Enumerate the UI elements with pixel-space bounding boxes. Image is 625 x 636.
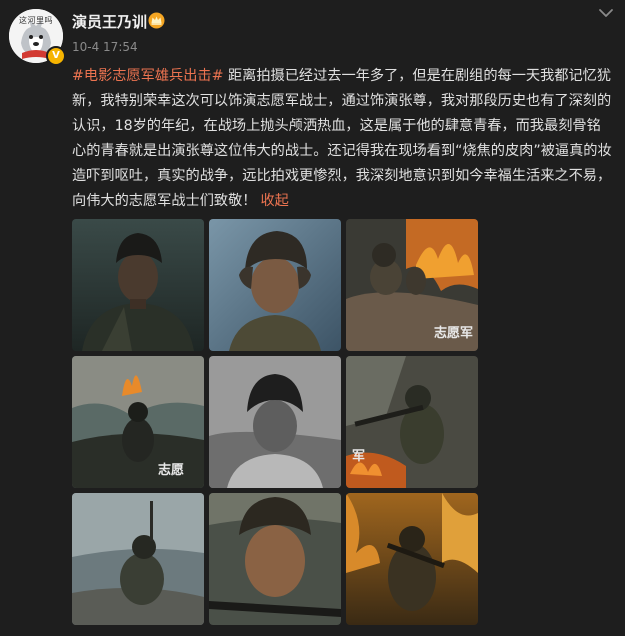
soldier-portrait-image: [72, 219, 204, 351]
soldier-rifle-image: 军: [346, 356, 478, 488]
photo-watermark: 军: [352, 449, 365, 464]
post-body-text: 距离拍摄已经过去一年多了，但是在剧组的每一天我都记忆犹新，我特别荣幸这次可以饰演…: [72, 68, 612, 209]
photo-3[interactable]: 志愿军: [346, 219, 478, 351]
photo-5[interactable]: [209, 356, 341, 488]
collapse-link[interactable]: 收起: [260, 193, 288, 209]
post-time[interactable]: 10-4 17:54: [72, 40, 138, 54]
photo-watermark: 志愿军: [434, 325, 473, 341]
photo-1[interactable]: [72, 219, 204, 351]
soldier-scene-image: [72, 493, 204, 625]
verified-badge-icon: V: [46, 46, 66, 66]
weibo-post-card: 这河里吗 V 演员王乃训 10-4 17:54 #电影志愿军雄兵出击# 距离拍摄…: [0, 0, 625, 636]
soldier-fire-image: [346, 493, 478, 625]
soldier-portrait-bw-image: [209, 356, 341, 488]
photo-9[interactable]: [346, 493, 478, 625]
photo-7[interactable]: [72, 493, 204, 625]
hashtag-link[interactable]: #电影志愿军雄兵出击#: [72, 68, 223, 84]
member-crown-icon[interactable]: [148, 12, 165, 29]
soldier-closeup-image: [209, 493, 341, 625]
avatar-caption: 这河里吗: [19, 16, 53, 25]
photo-8[interactable]: [209, 493, 341, 625]
username[interactable]: 演员王乃训: [72, 11, 147, 32]
chevron-down-icon[interactable]: [597, 6, 615, 20]
photo-2[interactable]: [209, 219, 341, 351]
photo-6[interactable]: 军: [346, 356, 478, 488]
photo-4[interactable]: 志愿: [72, 356, 204, 488]
photo-watermark: 志愿: [158, 462, 184, 478]
post-body: #电影志愿军雄兵出击# 距离拍摄已经过去一年多了，但是在剧组的每一天我都记忆犹新…: [72, 64, 612, 214]
battlefield-scene-image: 志愿军: [346, 219, 478, 351]
photo-grid: 志愿军 志愿 军: [72, 219, 478, 625]
soldier-portrait-image: [209, 219, 341, 351]
battlefield-scene-image: 志愿: [72, 356, 204, 488]
